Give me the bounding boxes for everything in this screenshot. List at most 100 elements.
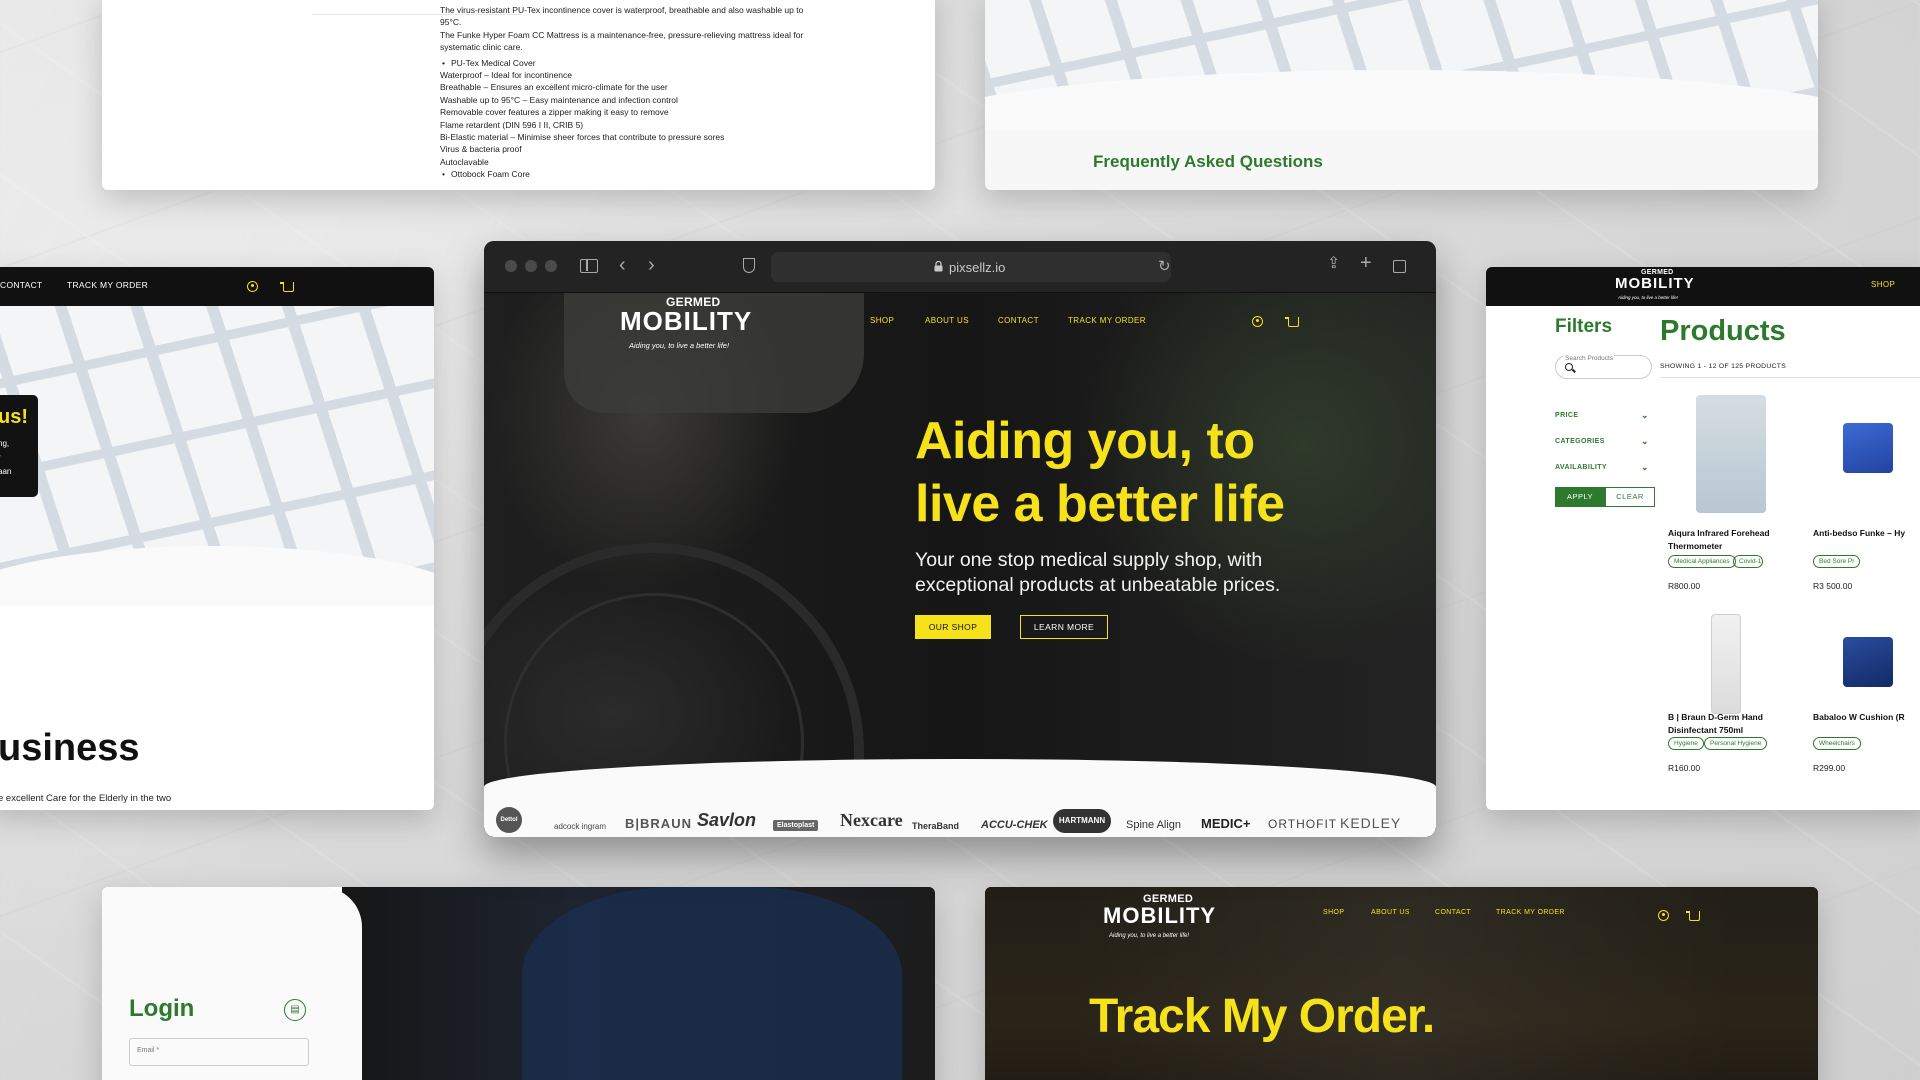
product-image-disinfectant[interactable] — [1711, 614, 1741, 714]
brand-logo-kedley[interactable]: KEDLEY — [1340, 815, 1401, 831]
share-icon[interactable]: ⇪ — [1327, 256, 1340, 272]
product-name[interactable]: B | Braun D-Germ Hand Disinfectant 750ml — [1668, 711, 1798, 737]
nav-about-us[interactable]: ABOUT US — [925, 316, 969, 325]
new-tab-icon[interactable]: + — [1360, 253, 1372, 273]
forward-icon[interactable]: › — [648, 255, 655, 275]
callout-line: ng, — [0, 439, 10, 448]
nav-track-order[interactable]: TRACK MY ORDER — [1068, 316, 1146, 325]
brand-logo-orthofit[interactable]: ORTHOFIT — [1268, 817, 1337, 831]
nav-about-us[interactable]: ABOUT US — [1371, 909, 1410, 916]
search-placeholder: Search Products — [1564, 355, 1615, 362]
email-field[interactable]: Email * — [129, 1038, 309, 1066]
our-shop-button[interactable]: OUR SHOP — [915, 615, 991, 639]
chevron-down-icon: ⌄ — [1641, 410, 1649, 420]
nav-track-order[interactable]: TRACK MY ORDER — [67, 280, 148, 290]
feature-line: Autoclavable — [440, 156, 489, 167]
product-image-mattress[interactable] — [1843, 423, 1893, 473]
brand-logo-bbraun[interactable]: B|BRAUN — [625, 816, 692, 831]
login-photo — [342, 887, 935, 1080]
nav-shop[interactable]: SHOP — [870, 316, 894, 325]
nav-shop[interactable]: SHOP — [1323, 909, 1344, 916]
brand-logo-savlon[interactable]: Savlon — [697, 810, 756, 831]
product-tag[interactable]: Hygiene — [1668, 737, 1704, 750]
hero-title-line: live a better life — [915, 475, 1285, 533]
brand-logo[interactable]: GERMED MOBILITY Aiding you, to live a be… — [618, 293, 758, 353]
callout-text: ng, r aan — [0, 437, 11, 479]
nav-contact[interactable]: CONTACT — [0, 280, 43, 290]
chevron-down-icon: ⌄ — [1641, 462, 1649, 472]
brand-logo-theraband[interactable]: TheraBand — [912, 821, 959, 831]
nav-contact[interactable]: CONTACT — [998, 316, 1039, 325]
shield-icon[interactable] — [743, 258, 755, 273]
feature-line: Flame retardent (DIN 596 I II, CRIB 5) — [440, 119, 584, 130]
sidebar-toggle-icon[interactable] — [580, 259, 598, 273]
brand-logo-dettol[interactable]: Dettol — [496, 807, 522, 833]
product-name[interactable]: Anti-bedso Funke – Hy — [1813, 527, 1920, 540]
filter-availability[interactable]: AVAILABILITY ⌄ — [1555, 462, 1653, 472]
brand-logo[interactable]: GERMED MOBILITY Aiding you, to live a be… — [1610, 269, 1694, 305]
account-icon[interactable] — [1658, 910, 1669, 921]
logo-main: MOBILITY — [1103, 903, 1217, 928]
track-order-title: Track My Order. — [1089, 990, 1435, 1043]
top-nav: CONTACT TRACK MY ORDER — [0, 267, 434, 306]
description-line: The virus-resistant PU-Tex incontinence … — [440, 5, 804, 28]
filter-price[interactable]: PRICE ⌄ — [1555, 410, 1653, 420]
feature-line: Waterproof – Ideal for incontinence — [440, 70, 572, 81]
nav-contact[interactable]: CONTACT — [1435, 909, 1471, 916]
business-text: e excellent Care for the Elderly in the … — [0, 793, 172, 804]
clear-button[interactable]: CLEAR — [1605, 487, 1655, 507]
logo-main: MOBILITY — [1615, 275, 1695, 292]
learn-more-button[interactable]: LEARN MORE — [1020, 615, 1108, 639]
address-bar[interactable]: pixsellz.io ↻ — [771, 252, 1171, 282]
brand-logo-medic[interactable]: MEDIC+ — [1201, 816, 1250, 831]
brand-logo-nexcare[interactable]: Nexcare — [840, 810, 903, 831]
feature-line: Bi-Elastic material – Minimise sheer for… — [440, 132, 725, 143]
brand-logo-hartmann[interactable]: HARTMANN — [1053, 809, 1111, 833]
bullet-item: PU-Tex Medical Cover — [440, 57, 820, 70]
cart-icon[interactable] — [1686, 911, 1700, 921]
filter-label: CATEGORIES — [1555, 438, 1605, 445]
brand-logo-spinealign[interactable]: Spine Align — [1126, 819, 1181, 831]
logo-tagline: Aiding you, to live a better life! — [629, 341, 730, 350]
product-price: R160.00 — [1668, 763, 1701, 773]
reload-icon[interactable]: ↻ — [1158, 259, 1171, 275]
product-image-cushion[interactable] — [1843, 637, 1893, 687]
account-icon[interactable] — [1252, 316, 1263, 327]
brand-logo-accuchek[interactable]: ACCU-CHEK — [981, 819, 1048, 831]
nav-shop[interactable]: SHOP — [1871, 280, 1895, 289]
cart-icon[interactable] — [280, 282, 294, 292]
apply-button[interactable]: APPLY — [1555, 487, 1605, 507]
contact-callout: us! ng, r aan — [0, 395, 38, 497]
account-icon[interactable] — [247, 281, 258, 292]
products-title: Products — [1660, 315, 1786, 347]
tabs-overview-icon[interactable] — [1393, 260, 1406, 273]
search-input[interactable]: Search Products — [1555, 355, 1652, 379]
filter-categories[interactable]: CATEGORIES ⌄ — [1555, 436, 1653, 446]
brand-logo-adcock[interactable]: adcock ingram — [554, 822, 606, 831]
products-page-card: GERMED MOBILITY Aiding you, to live a be… — [1486, 267, 1920, 810]
faq-card: Frequently Asked Questions — [985, 0, 1818, 190]
close-window-dot[interactable] — [505, 260, 517, 272]
minimize-window-dot[interactable] — [525, 260, 537, 272]
lock-icon — [934, 261, 943, 272]
brand-logo[interactable]: GERMED MOBILITY Aiding you, to live a be… — [1103, 893, 1223, 943]
login-page-card: Login ▤ Email * — [102, 887, 935, 1080]
product-tag[interactable]: Bed Sore Pr — [1813, 555, 1861, 568]
callout-line: r — [0, 451, 11, 465]
cart-icon[interactable] — [1285, 317, 1299, 327]
callout-title: us! — [0, 406, 28, 428]
calendar-icon[interactable]: ▤ — [284, 999, 306, 1021]
product-name[interactable]: Aiqura Infrared Forehead Thermometer — [1668, 527, 1798, 553]
nav-track-order[interactable]: TRACK MY ORDER — [1496, 909, 1565, 916]
product-name[interactable]: Babaloo W Cushion (R — [1813, 711, 1920, 724]
brand-logo-elastoplast[interactable]: Elastoplast — [773, 820, 819, 831]
back-icon[interactable]: ‹ — [619, 255, 626, 275]
product-tag[interactable]: Medical Appliances — [1668, 555, 1736, 568]
browser-toolbar: ‹ › pixsellz.io ↻ ⇪ + — [484, 241, 1436, 293]
maximize-window-dot[interactable] — [545, 260, 557, 272]
product-tag[interactable]: Covid-1 — [1733, 555, 1763, 568]
product-tag[interactable]: Wheelchairs — [1813, 737, 1861, 750]
product-image-thermometer[interactable] — [1696, 395, 1766, 513]
product-tag[interactable]: Personal Hygiene — [1704, 737, 1768, 750]
login-title: Login — [129, 995, 195, 1022]
